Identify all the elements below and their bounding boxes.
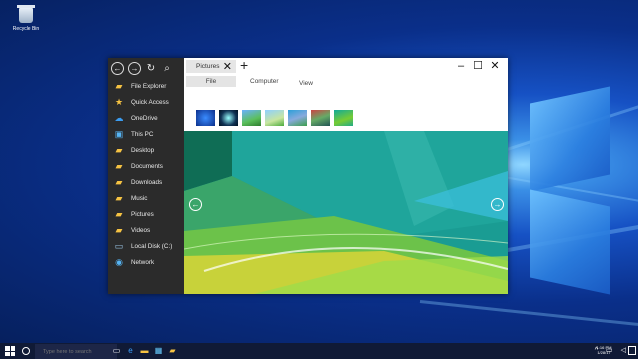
sidebar-item-file-explorer[interactable]: ▰ File Explorer bbox=[108, 78, 184, 94]
next-image-icon[interactable]: → bbox=[491, 198, 504, 211]
task-view-icon[interactable]: ▭ bbox=[112, 346, 121, 356]
back-arrow-icon[interactable]: ← bbox=[111, 61, 124, 75]
thumbnail[interactable] bbox=[265, 110, 284, 126]
forward-arrow-icon[interactable]: → bbox=[128, 61, 141, 75]
recycle-bin[interactable]: Recycle Bin bbox=[8, 5, 44, 32]
sidebar-item-videos[interactable]: ▰ Videos bbox=[108, 222, 184, 238]
tab-pictures[interactable]: Pictures ✕ bbox=[186, 60, 236, 73]
sidebar-item-downloads[interactable]: ▰ Downloads bbox=[108, 174, 184, 190]
sidebar-item-label: Downloads bbox=[131, 178, 163, 186]
thumbnail[interactable] bbox=[196, 110, 215, 126]
nav-toolbar: ← → ↻ ⌕ bbox=[111, 61, 173, 75]
videos-folder-icon: ▰ bbox=[115, 224, 123, 235]
cloud-icon: ☁ bbox=[114, 112, 124, 123]
drive-icon: ▭ bbox=[114, 240, 124, 251]
sidebar-item-network[interactable]: ◉ Network bbox=[108, 254, 184, 270]
file-explorer-taskbar-icon[interactable]: ▬ bbox=[140, 346, 149, 356]
thumbnail[interactable] bbox=[242, 110, 261, 126]
ribbon-tab-computer[interactable]: Computer bbox=[250, 76, 279, 87]
computer-icon: ▣ bbox=[114, 128, 124, 139]
desktop-folder-icon: ▰ bbox=[115, 144, 123, 155]
sidebar-item-local-disk-c[interactable]: ▭ Local Disk (C:) bbox=[108, 238, 184, 254]
cortana-icon[interactable] bbox=[22, 347, 30, 355]
refresh-icon[interactable]: ↻ bbox=[145, 63, 157, 74]
sidebar-item-label: Videos bbox=[131, 226, 151, 234]
sidebar-item-label: Local Disk (C:) bbox=[131, 242, 173, 250]
sidebar-item-label: File Explorer bbox=[131, 82, 167, 90]
search-icon[interactable]: ⌕ bbox=[161, 63, 173, 74]
minimize-icon[interactable]: – bbox=[454, 59, 468, 73]
sidebar-item-label: Music bbox=[131, 194, 148, 202]
documents-folder-icon: ▰ bbox=[115, 160, 123, 171]
clock[interactable]: 1:16 PM 1/28/17 bbox=[594, 345, 614, 355]
sidebar-item-music[interactable]: ▰ Music bbox=[108, 190, 184, 206]
file-explorer-window: ← → ↻ ⌕ ▰ File Explorer ★ Quick Access ☁ OneD… bbox=[108, 57, 508, 294]
ribbon-tabs: File Computer View bbox=[184, 75, 508, 89]
edge-icon[interactable]: e bbox=[126, 346, 135, 356]
ribbon-tab-view[interactable]: View bbox=[299, 78, 313, 89]
sidebar-item-label: This PC bbox=[131, 130, 154, 138]
volume-icon[interactable]: ◁ bbox=[621, 346, 626, 354]
new-tab-icon[interactable]: + bbox=[240, 57, 248, 73]
sidebar-item-label: Desktop bbox=[131, 146, 155, 154]
maximize-icon[interactable]: ☐ bbox=[471, 59, 485, 73]
image-preview: ← → bbox=[184, 131, 508, 294]
sidebar-item-this-pc[interactable]: ▣ This PC bbox=[108, 126, 184, 142]
tab-label: Pictures bbox=[196, 63, 220, 70]
clock-date: 1/28/17 bbox=[597, 350, 611, 355]
sidebar-item-documents[interactable]: ▰ Documents bbox=[108, 158, 184, 174]
star-icon: ★ bbox=[114, 96, 124, 107]
folder-icon: ▰ bbox=[115, 80, 123, 91]
sidebar-item-quick-access[interactable]: ★ Quick Access bbox=[108, 94, 184, 110]
store-icon[interactable]: ▦ bbox=[154, 346, 163, 356]
folder-taskbar-icon[interactable]: ▰ bbox=[168, 346, 177, 356]
music-folder-icon: ▰ bbox=[115, 192, 123, 203]
recycle-bin-icon bbox=[17, 5, 35, 23]
thumbnail[interactable] bbox=[311, 110, 330, 126]
sidebar-item-label: Pictures bbox=[131, 210, 154, 218]
close-window-icon[interactable]: ✕ bbox=[488, 59, 502, 73]
sidebar-item-label: Documents bbox=[131, 162, 163, 170]
network-icon: ◉ bbox=[115, 256, 123, 267]
ribbon-tab-file[interactable]: File bbox=[186, 76, 236, 87]
thumbnail-strip bbox=[184, 89, 508, 131]
content-pane: Pictures ✕ + – ☐ ✕ File Computer View ← … bbox=[184, 57, 508, 294]
downloads-folder-icon: ▰ bbox=[115, 176, 123, 187]
taskbar-pinned-apps: ▭ e ▬ ▦ ▰ bbox=[112, 346, 177, 356]
thumbnail[interactable] bbox=[219, 110, 238, 126]
sidebar: ← → ↻ ⌕ ▰ File Explorer ★ Quick Access ☁ OneD… bbox=[108, 58, 184, 294]
close-tab-icon[interactable]: ✕ bbox=[223, 60, 232, 73]
sidebar-item-label: OneDrive bbox=[131, 114, 158, 122]
previous-image-icon[interactable]: ← bbox=[189, 198, 202, 211]
start-button[interactable] bbox=[5, 346, 15, 356]
thumbnail[interactable] bbox=[288, 110, 307, 126]
sidebar-item-desktop[interactable]: ▰ Desktop bbox=[108, 142, 184, 158]
recycle-bin-label: Recycle Bin bbox=[12, 26, 40, 32]
taskbar-search-input[interactable] bbox=[35, 344, 117, 359]
sidebar-item-onedrive[interactable]: ☁ OneDrive bbox=[108, 110, 184, 126]
pictures-folder-icon: ▰ bbox=[115, 208, 123, 219]
title-bar: Pictures ✕ + – ☐ ✕ bbox=[184, 57, 508, 75]
sidebar-nav-list: ▰ File Explorer ★ Quick Access ☁ OneDrive ▣ Thi… bbox=[108, 78, 184, 270]
wallpaper-image bbox=[184, 131, 508, 294]
thumbnail[interactable] bbox=[334, 110, 353, 126]
taskbar: ▭ e ▬ ▦ ▰ ^ ▭ ◁ 1:16 PM 1/28/17 bbox=[0, 343, 638, 359]
sidebar-item-label: Quick Access bbox=[131, 98, 169, 106]
notification-icon[interactable] bbox=[628, 346, 636, 355]
sidebar-item-label: Network bbox=[131, 258, 155, 266]
sidebar-item-pictures[interactable]: ▰ Pictures bbox=[108, 206, 184, 222]
